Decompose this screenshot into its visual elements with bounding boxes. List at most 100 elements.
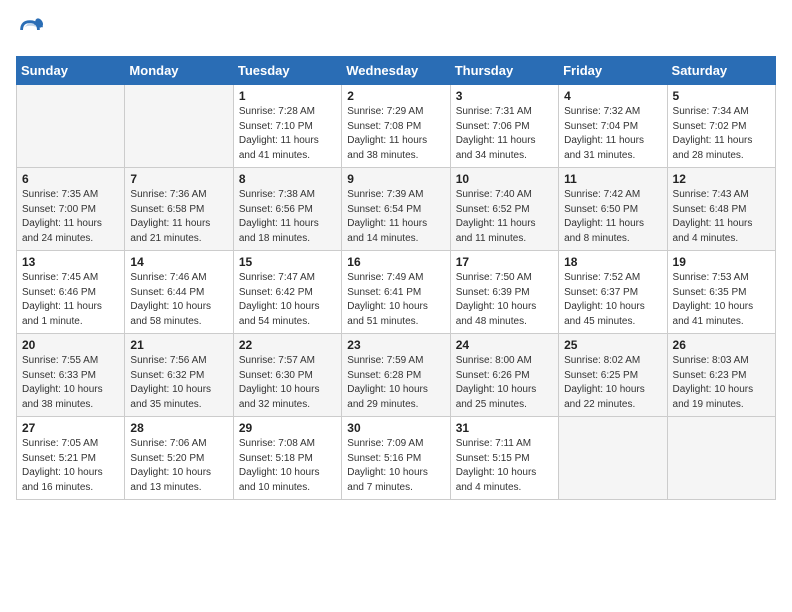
- day-detail: Sunrise: 7:29 AM Sunset: 7:08 PM Dayligh…: [347, 105, 444, 163]
- day-detail: Sunrise: 7:55 AM Sunset: 6:33 PM Dayligh…: [22, 354, 119, 412]
- day-number: 8: [239, 172, 336, 186]
- day-number: 30: [347, 421, 444, 435]
- calendar-cell: 26 Sunrise: 8:03 AM Sunset: 6:23 PM Dayli…: [667, 334, 775, 417]
- calendar-cell: 2 Sunrise: 7:29 AM Sunset: 7:08 PM Daylig…: [342, 85, 450, 168]
- day-number: 29: [239, 421, 336, 435]
- day-number: 13: [22, 255, 119, 269]
- day-detail: Sunrise: 7:50 AM Sunset: 6:39 PM Dayligh…: [456, 271, 553, 329]
- day-detail: Sunrise: 7:40 AM Sunset: 6:52 PM Dayligh…: [456, 188, 553, 246]
- weekday-header: Wednesday: [342, 57, 450, 85]
- day-number: 22: [239, 338, 336, 352]
- calendar-cell: 24 Sunrise: 8:00 AM Sunset: 6:26 PM Dayli…: [450, 334, 558, 417]
- day-number: 6: [22, 172, 119, 186]
- calendar-cell: 17 Sunrise: 7:50 AM Sunset: 6:39 PM Dayli…: [450, 251, 558, 334]
- day-number: 5: [673, 89, 770, 103]
- calendar-cell: 19 Sunrise: 7:53 AM Sunset: 6:35 PM Dayli…: [667, 251, 775, 334]
- day-number: 4: [564, 89, 661, 103]
- calendar-table: SundayMondayTuesdayWednesdayThursdayFrid…: [16, 56, 776, 500]
- day-detail: Sunrise: 7:57 AM Sunset: 6:30 PM Dayligh…: [239, 354, 336, 412]
- day-number: 2: [347, 89, 444, 103]
- day-detail: Sunrise: 7:45 AM Sunset: 6:46 PM Dayligh…: [22, 271, 119, 329]
- day-detail: Sunrise: 7:06 AM Sunset: 5:20 PM Dayligh…: [130, 437, 227, 495]
- day-detail: Sunrise: 8:02 AM Sunset: 6:25 PM Dayligh…: [564, 354, 661, 412]
- day-number: 20: [22, 338, 119, 352]
- day-detail: Sunrise: 7:47 AM Sunset: 6:42 PM Dayligh…: [239, 271, 336, 329]
- calendar-cell: 9Sunrise: 7:39 AM Sunset: 6:54 PM Daylig…: [342, 168, 450, 251]
- weekday-row: SundayMondayTuesdayWednesdayThursdayFrid…: [17, 57, 776, 85]
- calendar-cell: [17, 85, 125, 168]
- day-detail: Sunrise: 7:28 AM Sunset: 7:10 PM Dayligh…: [239, 105, 336, 163]
- day-number: 3: [456, 89, 553, 103]
- day-number: 16: [347, 255, 444, 269]
- day-detail: Sunrise: 7:42 AM Sunset: 6:50 PM Dayligh…: [564, 188, 661, 246]
- calendar-cell: 11 Sunrise: 7:42 AM Sunset: 6:50 PM Dayli…: [559, 168, 667, 251]
- day-detail: Sunrise: 7:34 AM Sunset: 7:02 PM Dayligh…: [673, 105, 770, 163]
- weekday-header: Thursday: [450, 57, 558, 85]
- calendar-week-row: 27Sunrise: 7:05 AM Sunset: 5:21 PM Dayli…: [17, 417, 776, 500]
- day-detail: Sunrise: 7:52 AM Sunset: 6:37 PM Dayligh…: [564, 271, 661, 329]
- calendar-cell: 8 Sunrise: 7:38 AM Sunset: 6:56 PM Daylig…: [233, 168, 341, 251]
- calendar-cell: 23 Sunrise: 7:59 AM Sunset: 6:28 PM Dayli…: [342, 334, 450, 417]
- calendar-cell: 3 Sunrise: 7:31 AM Sunset: 7:06 PM Daylig…: [450, 85, 558, 168]
- day-number: 14: [130, 255, 227, 269]
- calendar-cell: 29 Sunrise: 7:08 AM Sunset: 5:18 PM Dayli…: [233, 417, 341, 500]
- calendar-cell: 5 Sunrise: 7:34 AM Sunset: 7:02 PM Daylig…: [667, 85, 775, 168]
- day-number: 25: [564, 338, 661, 352]
- calendar-cell: [559, 417, 667, 500]
- day-number: 23: [347, 338, 444, 352]
- day-number: 21: [130, 338, 227, 352]
- logo: [16, 16, 48, 44]
- weekday-header: Monday: [125, 57, 233, 85]
- calendar-cell: 20 Sunrise: 7:55 AM Sunset: 6:33 PM Dayli…: [17, 334, 125, 417]
- day-detail: Sunrise: 7:35 AM Sunset: 7:00 PM Dayligh…: [22, 188, 119, 246]
- calendar-week-row: 13 Sunrise: 7:45 AM Sunset: 6:46 PM Dayli…: [17, 251, 776, 334]
- day-number: 1: [239, 89, 336, 103]
- day-detail: Sunrise: 7:56 AM Sunset: 6:32 PM Dayligh…: [130, 354, 227, 412]
- calendar-body: 1 Sunrise: 7:28 AM Sunset: 7:10 PM Daylig…: [17, 85, 776, 500]
- calendar-cell: 13 Sunrise: 7:45 AM Sunset: 6:46 PM Dayli…: [17, 251, 125, 334]
- day-detail: Sunrise: 7:11 AM Sunset: 5:15 PM Dayligh…: [456, 437, 553, 495]
- day-detail: Sunrise: 8:03 AM Sunset: 6:23 PM Dayligh…: [673, 354, 770, 412]
- day-detail: Sunrise: 7:49 AM Sunset: 6:41 PM Dayligh…: [347, 271, 444, 329]
- calendar-cell: 31 Sunrise: 7:11 AM Sunset: 5:15 PM Dayli…: [450, 417, 558, 500]
- logo-icon: [16, 16, 44, 44]
- calendar-cell: 6 Sunrise: 7:35 AM Sunset: 7:00 PM Daylig…: [17, 168, 125, 251]
- day-detail: Sunrise: 7:53 AM Sunset: 6:35 PM Dayligh…: [673, 271, 770, 329]
- calendar-cell: 10 Sunrise: 7:40 AM Sunset: 6:52 PM Dayli…: [450, 168, 558, 251]
- day-number: 31: [456, 421, 553, 435]
- calendar-cell: 27Sunrise: 7:05 AM Sunset: 5:21 PM Dayli…: [17, 417, 125, 500]
- day-detail: Sunrise: 7:31 AM Sunset: 7:06 PM Dayligh…: [456, 105, 553, 163]
- day-number: 26: [673, 338, 770, 352]
- day-detail: Sunrise: 7:59 AM Sunset: 6:28 PM Dayligh…: [347, 354, 444, 412]
- day-number: 10: [456, 172, 553, 186]
- calendar-cell: 16 Sunrise: 7:49 AM Sunset: 6:41 PM Dayli…: [342, 251, 450, 334]
- day-number: 28: [130, 421, 227, 435]
- day-detail: Sunrise: 7:39 AM Sunset: 6:54 PM Dayligh…: [347, 188, 444, 246]
- calendar-header: SundayMondayTuesdayWednesdayThursdayFrid…: [17, 57, 776, 85]
- day-detail: Sunrise: 7:08 AM Sunset: 5:18 PM Dayligh…: [239, 437, 336, 495]
- calendar-cell: 30 Sunrise: 7:09 AM Sunset: 5:16 PM Dayli…: [342, 417, 450, 500]
- day-number: 24: [456, 338, 553, 352]
- day-number: 11: [564, 172, 661, 186]
- day-detail: Sunrise: 7:05 AM Sunset: 5:21 PM Dayligh…: [22, 437, 119, 495]
- calendar-cell: 1 Sunrise: 7:28 AM Sunset: 7:10 PM Daylig…: [233, 85, 341, 168]
- day-detail: Sunrise: 7:46 AM Sunset: 6:44 PM Dayligh…: [130, 271, 227, 329]
- weekday-header: Sunday: [17, 57, 125, 85]
- calendar-cell: 28 Sunrise: 7:06 AM Sunset: 5:20 PM Dayli…: [125, 417, 233, 500]
- weekday-header: Friday: [559, 57, 667, 85]
- calendar-week-row: 1 Sunrise: 7:28 AM Sunset: 7:10 PM Daylig…: [17, 85, 776, 168]
- calendar-cell: 15 Sunrise: 7:47 AM Sunset: 6:42 PM Dayli…: [233, 251, 341, 334]
- calendar-cell: [125, 85, 233, 168]
- day-detail: Sunrise: 7:38 AM Sunset: 6:56 PM Dayligh…: [239, 188, 336, 246]
- day-detail: Sunrise: 7:43 AM Sunset: 6:48 PM Dayligh…: [673, 188, 770, 246]
- day-detail: Sunrise: 7:36 AM Sunset: 6:58 PM Dayligh…: [130, 188, 227, 246]
- day-number: 17: [456, 255, 553, 269]
- day-number: 15: [239, 255, 336, 269]
- day-detail: Sunrise: 7:32 AM Sunset: 7:04 PM Dayligh…: [564, 105, 661, 163]
- calendar-week-row: 6 Sunrise: 7:35 AM Sunset: 7:00 PM Daylig…: [17, 168, 776, 251]
- day-number: 19: [673, 255, 770, 269]
- day-detail: Sunrise: 8:00 AM Sunset: 6:26 PM Dayligh…: [456, 354, 553, 412]
- weekday-header: Saturday: [667, 57, 775, 85]
- day-detail: Sunrise: 7:09 AM Sunset: 5:16 PM Dayligh…: [347, 437, 444, 495]
- calendar-cell: 22 Sunrise: 7:57 AM Sunset: 6:30 PM Dayli…: [233, 334, 341, 417]
